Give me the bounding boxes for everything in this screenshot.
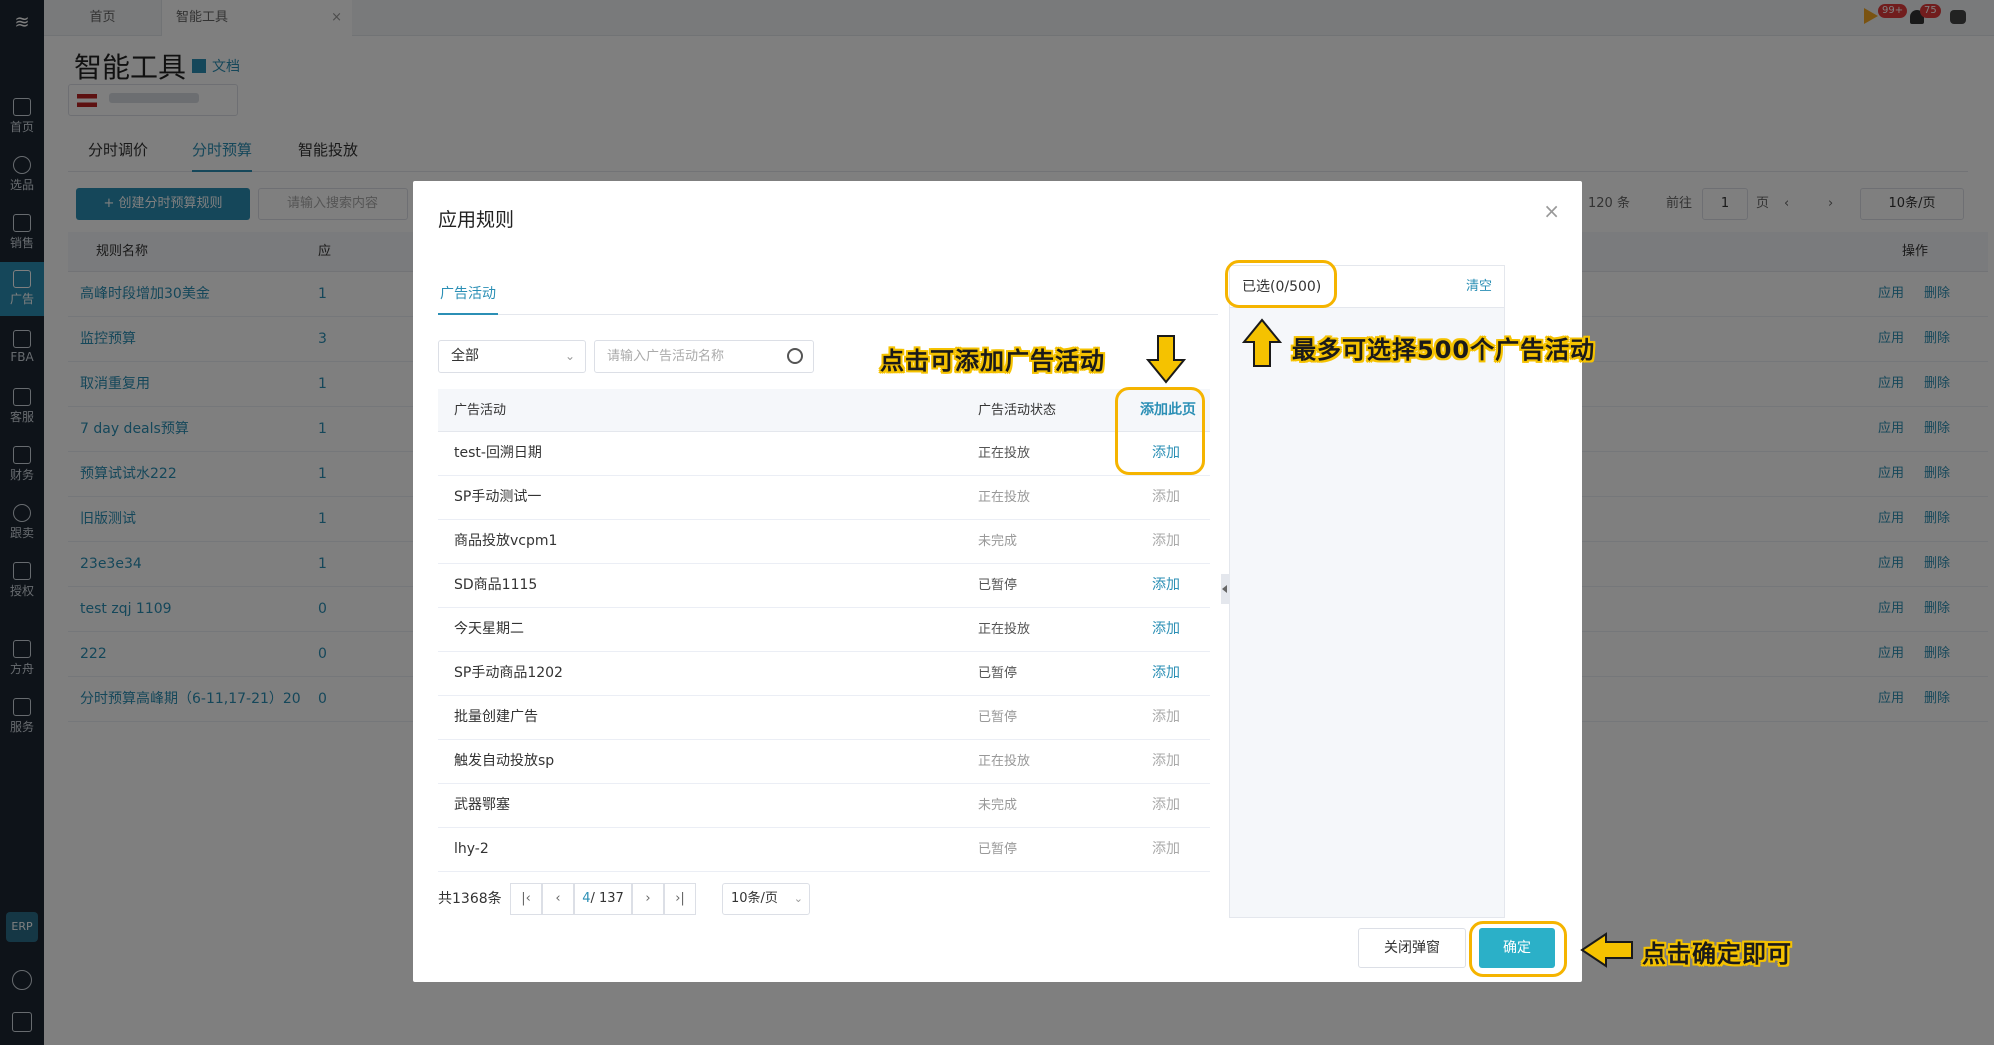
callout-add-campaign: 点击可添加广告活动 [880, 347, 1105, 375]
dialog-title: 应用规则 [438, 209, 515, 231]
table-row: 今天星期二 正在投放 添加 [438, 608, 1210, 652]
campaign-name: 触发自动投放sp [454, 753, 555, 769]
table-row: 触发自动投放sp 正在投放 添加 [438, 740, 1210, 784]
campaign-status: 正在投放 [978, 754, 1031, 769]
highlight-selected-count [1225, 260, 1337, 308]
campaign-status-filter[interactable]: 全部 ⌄ [438, 340, 586, 373]
add-campaign-button[interactable]: 添加 [1152, 476, 1180, 519]
table-row: 商品投放vcpm1 未完成 添加 [438, 520, 1210, 564]
arrow-down-icon [1146, 335, 1186, 384]
campaign-table: 广告活动 广告活动状态 添加此页 test-回溯日期 正在投放 添加 SP手动测试一… [438, 389, 1210, 872]
table-row: test-回溯日期 正在投放 添加 [438, 432, 1210, 476]
chevron-down-icon: ⌄ [564, 349, 575, 363]
table-row: lhy-2 已暂停 添加 [438, 828, 1210, 872]
table-row: SP手动测试一 正在投放 添加 [438, 476, 1210, 520]
highlight-confirm-button [1469, 921, 1567, 977]
add-campaign-button[interactable]: 添加 [1152, 652, 1180, 695]
add-campaign-button[interactable]: 添加 [1152, 740, 1180, 783]
campaign-status: 已暂停 [978, 842, 1018, 857]
campaign-name: SP手动商品1202 [454, 665, 563, 681]
campaign-status: 正在投放 [978, 446, 1031, 461]
campaign-name: test-回溯日期 [454, 445, 542, 461]
highlight-add-column [1115, 387, 1205, 475]
add-campaign-button[interactable]: 添加 [1152, 520, 1180, 563]
arrow-up-icon [1242, 318, 1282, 367]
campaign-page-size-select[interactable]: 10条/页 ⌄ [722, 883, 810, 915]
close-dialog-button[interactable]: 关闭弹窗 [1358, 928, 1466, 968]
dialog-tabs: 广告活动 [438, 273, 1218, 315]
last-page-icon[interactable]: ›| [664, 883, 696, 915]
arrow-left-icon [1580, 932, 1633, 968]
add-campaign-button[interactable]: 添加 [1152, 564, 1180, 607]
add-campaign-button[interactable]: 添加 [1152, 608, 1180, 651]
callout-confirm: 点击确定即可 [1642, 940, 1792, 968]
clear-selected-button[interactable]: 清空 [1466, 266, 1492, 308]
add-campaign-button[interactable]: 添加 [1152, 696, 1180, 739]
close-icon[interactable]: × [1543, 199, 1560, 223]
campaign-status: 未完成 [978, 798, 1018, 813]
tab-campaigns[interactable]: 广告活动 [438, 273, 498, 315]
campaign-status: 正在投放 [978, 622, 1031, 637]
campaign-status: 已暂停 [978, 710, 1018, 725]
campaign-table-header: 广告活动 广告活动状态 添加此页 [438, 389, 1210, 432]
col-campaign: 广告活动 [454, 403, 507, 418]
table-row: SD商品1115 已暂停 添加 [438, 564, 1210, 608]
campaign-status: 已暂停 [978, 666, 1018, 681]
search-icon[interactable] [787, 348, 803, 364]
prev-page-icon[interactable]: ‹ [542, 883, 574, 915]
campaign-status: 已暂停 [978, 578, 1018, 593]
campaign-status: 正在投放 [978, 490, 1031, 505]
add-campaign-button[interactable]: 添加 [1152, 828, 1180, 871]
campaign-search-input[interactable]: 请输入广告活动名称 [594, 340, 814, 373]
campaign-name: 商品投放vcpm1 [454, 533, 558, 549]
campaign-name: SP手动测试一 [454, 489, 542, 505]
add-campaign-button[interactable]: 添加 [1152, 784, 1180, 827]
collapse-handle-icon[interactable] [1221, 574, 1229, 604]
chevron-down-icon: ⌄ [793, 892, 803, 905]
table-row: 武器鄂塞 未完成 添加 [438, 784, 1210, 828]
campaign-name: SD商品1115 [454, 577, 538, 593]
campaign-name: lhy-2 [454, 841, 489, 857]
campaign-name: 武器鄂塞 [454, 797, 510, 813]
callout-max-selection: 最多可选择500个广告活动 [1292, 336, 1596, 364]
table-row: 批量创建广告 已暂停 添加 [438, 696, 1210, 740]
campaign-name: 批量创建广告 [454, 709, 538, 725]
campaign-status: 未完成 [978, 534, 1018, 549]
next-page-icon[interactable]: › [632, 883, 664, 915]
table-row: SP手动商品1202 已暂停 添加 [438, 652, 1210, 696]
col-campaign-status: 广告活动状态 [978, 403, 1057, 418]
first-page-icon[interactable]: |‹ [510, 883, 542, 915]
campaign-pager: 共1368条 |‹ ‹ 4/ 137 › ›| 10条/页 ⌄ [438, 883, 1218, 915]
campaign-name: 今天星期二 [454, 621, 524, 637]
campaign-total: 共1368条 [438, 891, 502, 907]
current-page-indicator[interactable]: 4/ 137 [574, 883, 632, 915]
apply-rule-dialog: 应用规则 × 广告活动 全部 ⌄ 请输入广告活动名称 广告活动 广告活动状态 添… [413, 181, 1582, 982]
